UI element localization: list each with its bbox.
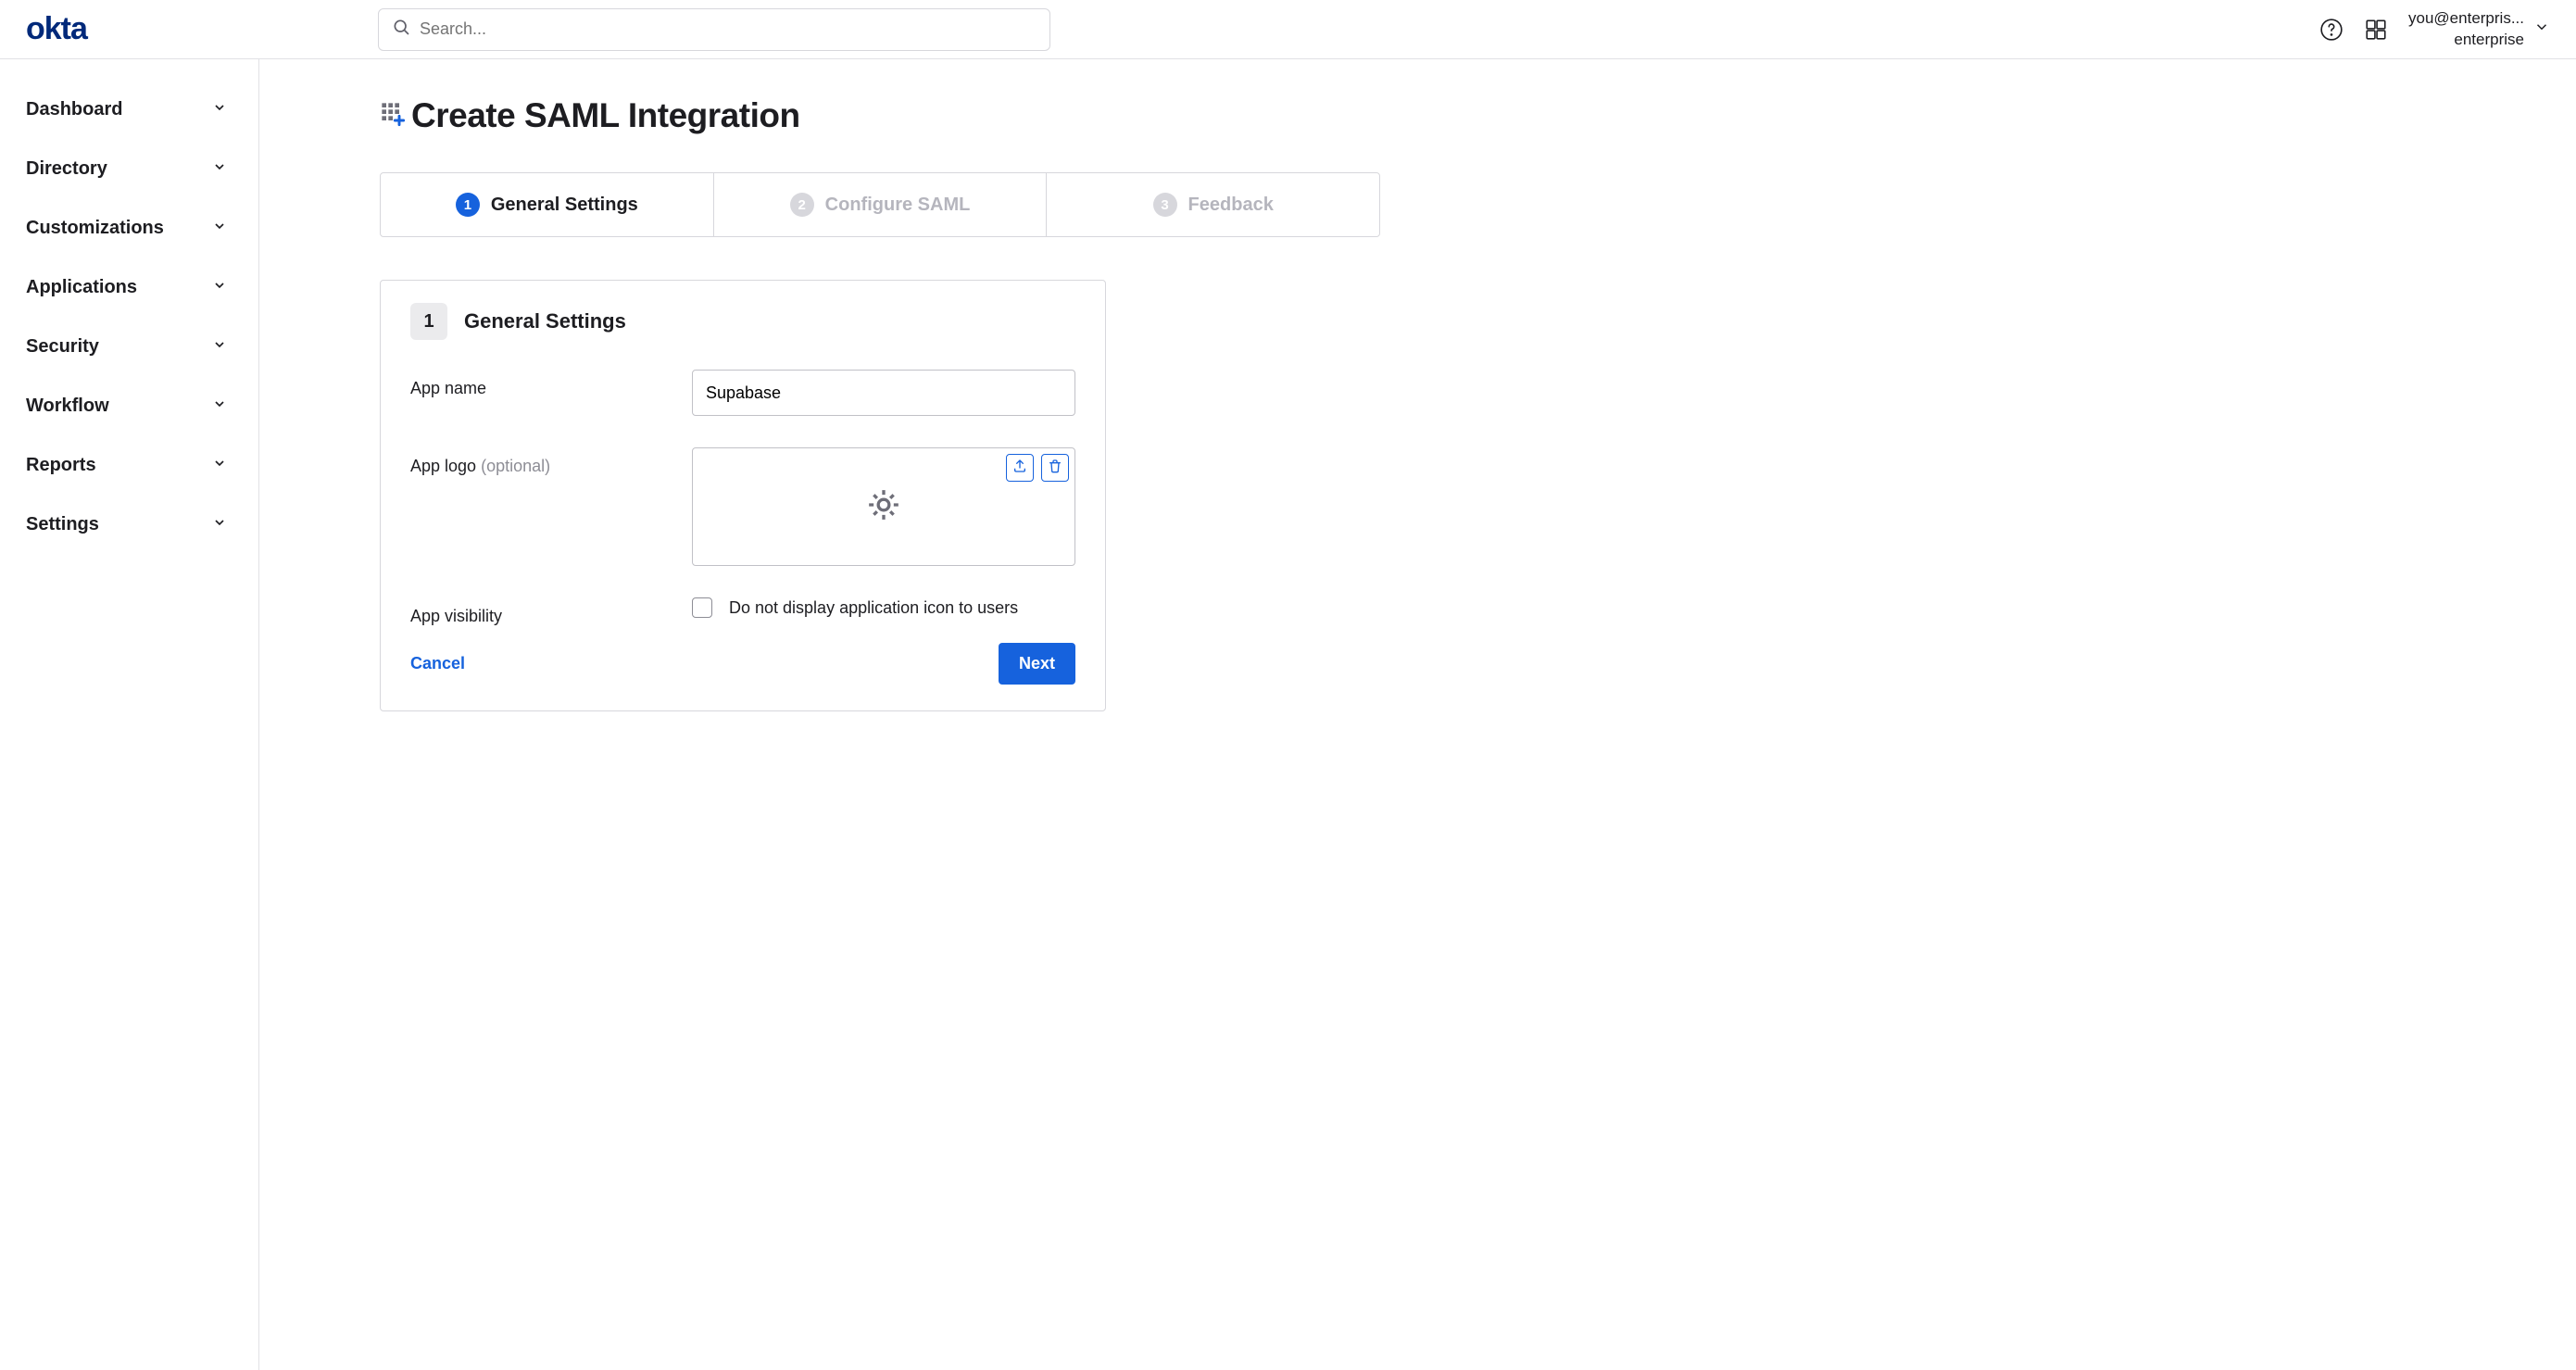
next-button[interactable]: Next xyxy=(999,643,1075,685)
sidebar-item-label: Customizations xyxy=(26,218,164,239)
global-search[interactable] xyxy=(378,8,1050,51)
app-logo-optional-text: (optional) xyxy=(481,457,550,475)
sidebar-item-workflow[interactable]: Workflow xyxy=(26,376,242,435)
wizard-steps: 1 General Settings 2 Configure SAML 3 Fe… xyxy=(380,172,1380,237)
search-icon xyxy=(392,18,410,41)
delete-logo-button[interactable] xyxy=(1041,454,1069,482)
sidebar-item-label: Reports xyxy=(26,455,96,476)
sidebar-item-label: Directory xyxy=(26,158,107,180)
user-org: enterprise xyxy=(2408,30,2524,51)
sidebar-item-reports[interactable]: Reports xyxy=(26,435,242,495)
brand-logo: okta xyxy=(26,11,258,47)
sidebar-item-label: Security xyxy=(26,336,99,358)
step-label: Configure SAML xyxy=(825,195,971,216)
sidebar-item-security[interactable]: Security xyxy=(26,317,242,376)
sidebar-item-applications[interactable]: Applications xyxy=(26,258,242,317)
help-icon[interactable] xyxy=(2319,18,2344,42)
sidebar-item-dashboard[interactable]: Dashboard xyxy=(26,80,242,139)
step-label: General Settings xyxy=(491,195,638,216)
topbar: okta you@enterpris... enterprise xyxy=(0,0,2576,59)
general-settings-panel: 1 General Settings App name App logo (op… xyxy=(380,280,1106,711)
app-visibility-checkbox-label: Do not display application icon to users xyxy=(729,598,1018,618)
app-logo-label: App logo xyxy=(410,457,476,475)
app-visibility-label: App visibility xyxy=(410,597,692,626)
sidebar-item-label: Settings xyxy=(26,514,99,535)
step-configure-saml[interactable]: 2 Configure SAML xyxy=(714,173,1048,236)
app-name-label: App name xyxy=(410,370,692,398)
sidebar-item-customizations[interactable]: Customizations xyxy=(26,198,242,258)
sidebar: Dashboard Directory Customizations Appli… xyxy=(0,59,259,1370)
panel-step-number: 1 xyxy=(410,303,447,340)
app-name-input[interactable] xyxy=(692,370,1075,416)
sidebar-item-directory[interactable]: Directory xyxy=(26,139,242,198)
chevron-down-icon xyxy=(212,277,227,298)
chevron-down-icon xyxy=(212,455,227,476)
cancel-button[interactable]: Cancel xyxy=(410,654,465,673)
sidebar-item-label: Workflow xyxy=(26,396,109,417)
sidebar-item-settings[interactable]: Settings xyxy=(26,495,242,554)
sidebar-item-label: Dashboard xyxy=(26,99,122,120)
chevron-down-icon xyxy=(212,158,227,180)
sidebar-item-label: Applications xyxy=(26,277,137,298)
apps-grid-icon[interactable] xyxy=(2364,18,2388,42)
chevron-down-icon xyxy=(212,218,227,239)
step-number: 2 xyxy=(790,193,814,217)
trash-icon xyxy=(1048,459,1062,478)
panel-title: General Settings xyxy=(464,309,626,333)
chevron-down-icon xyxy=(2533,19,2550,40)
upload-icon xyxy=(1012,459,1027,478)
chevron-down-icon xyxy=(212,99,227,120)
gear-icon xyxy=(865,486,902,528)
search-input[interactable] xyxy=(420,19,1037,39)
step-general-settings[interactable]: 1 General Settings xyxy=(381,173,714,236)
user-email: you@enterpris... xyxy=(2408,9,2524,27)
upload-logo-button[interactable] xyxy=(1006,454,1034,482)
main-content: Create SAML Integration 1 General Settin… xyxy=(259,59,2576,1370)
app-logo-dropzone[interactable] xyxy=(692,447,1075,566)
chevron-down-icon xyxy=(212,514,227,535)
step-number: 1 xyxy=(456,193,480,217)
chevron-down-icon xyxy=(212,336,227,358)
app-visibility-checkbox[interactable] xyxy=(692,597,712,618)
app-integration-icon xyxy=(380,101,406,132)
step-label: Feedback xyxy=(1188,195,1274,216)
step-feedback[interactable]: 3 Feedback xyxy=(1047,173,1379,236)
chevron-down-icon xyxy=(212,396,227,417)
page-title: Create SAML Integration xyxy=(411,96,800,135)
user-menu[interactable]: you@enterpris... enterprise xyxy=(2408,8,2550,51)
step-number: 3 xyxy=(1153,193,1177,217)
